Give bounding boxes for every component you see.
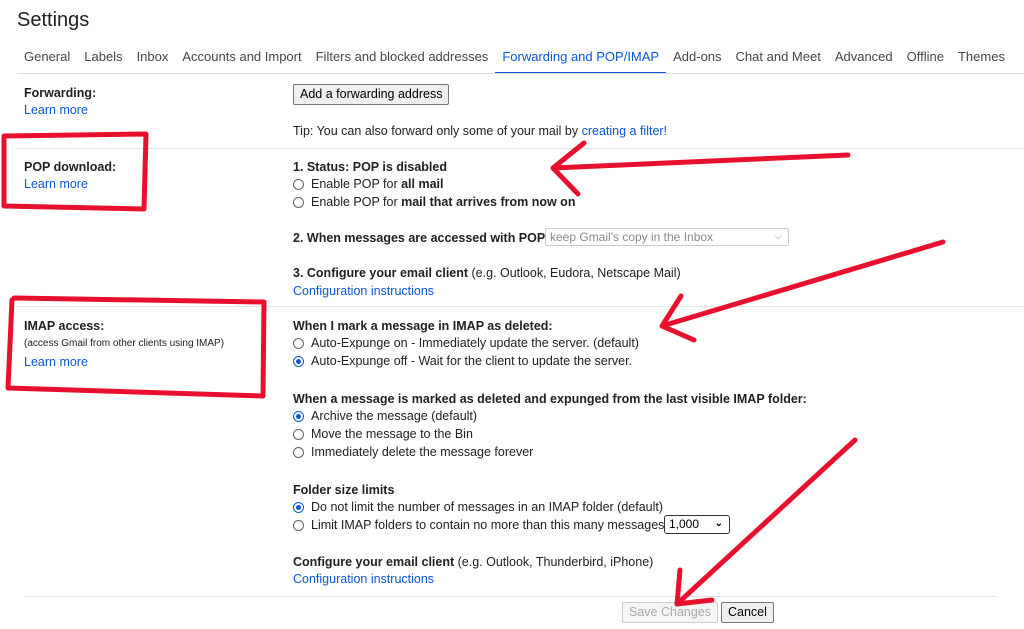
arrow-to-imap-deleted xyxy=(659,239,946,343)
tab-offline[interactable]: Offline xyxy=(900,49,951,73)
chevron-down-icon: ⌵ xyxy=(774,231,782,242)
tab-filters-and-blocked-addresses[interactable]: Filters and blocked addresses xyxy=(309,49,496,73)
imap-configure-text: Configure your email client (e.g. Outloo… xyxy=(293,555,653,569)
option-label: Enable POP for xyxy=(311,177,402,191)
configure-label: 3. Configure your email client xyxy=(293,266,469,280)
tab-themes[interactable]: Themes xyxy=(951,49,1012,73)
radio-button[interactable] xyxy=(293,428,304,440)
arrow-to-pop-status xyxy=(550,140,851,197)
option-label: Archive the message (default) xyxy=(311,409,478,423)
tab-general[interactable]: General xyxy=(17,49,77,73)
save-changes-button[interactable]: Save Changes xyxy=(622,602,719,623)
limit-folders-option[interactable]: Limit IMAP folders to contain no more th… xyxy=(293,517,664,533)
option-label: Move the message to the Bin xyxy=(311,427,473,441)
forwarding-tip-text: Tip: You can also forward only some of y… xyxy=(293,124,582,138)
tabs-divider xyxy=(17,73,1024,74)
pop-configuration-instructions-link[interactable]: Configuration instructions xyxy=(293,284,434,298)
archive-message-option[interactable]: Archive the message (default) xyxy=(293,408,477,424)
radio-button-selected[interactable] xyxy=(293,410,304,422)
option-label: Enable POP for xyxy=(311,195,402,209)
select-value: keep Gmail's copy in the Inbox xyxy=(550,230,714,244)
imap-configuration-instructions-link[interactable]: Configuration instructions xyxy=(293,572,434,586)
footer-divider xyxy=(24,596,996,597)
radio-button-selected[interactable] xyxy=(293,355,304,367)
pop-status: 1. Status: POP is disabled xyxy=(293,160,447,174)
option-label: Limit IMAP folders to contain no more th… xyxy=(311,518,665,532)
section-divider xyxy=(17,148,1024,149)
add-forwarding-address-button[interactable]: Add a forwarding address xyxy=(293,84,450,105)
pop-download-label: POP download: xyxy=(24,160,117,174)
imap-access-sublabel: (access Gmail from other clients using I… xyxy=(24,338,225,349)
option-label: Auto-Expunge off - Wait for the client t… xyxy=(311,354,633,368)
tab-accounts-and-import[interactable]: Accounts and Import xyxy=(175,49,308,73)
pop-from-now-on-option[interactable]: Enable POP for mail that arrives from no… xyxy=(293,194,575,210)
pop-learn-more-link[interactable]: Learn more xyxy=(24,177,88,191)
pop-all-mail-option[interactable]: Enable POP for all mail xyxy=(293,176,444,192)
radio-button[interactable] xyxy=(293,196,304,208)
forwarding-label: Forwarding: xyxy=(24,86,97,100)
tab-chat-and-meet[interactable]: Chat and Meet xyxy=(729,49,828,73)
page-title: Settings xyxy=(17,9,90,31)
option-label-bold: all mail xyxy=(401,177,444,191)
folder-limit-select[interactable]: 1,000 ⌄ xyxy=(664,515,730,534)
radio-button[interactable] xyxy=(293,178,304,190)
pop-configure-text: 3. Configure your email client (e.g. Out… xyxy=(293,266,681,280)
option-label: Immediately delete the message forever xyxy=(311,445,534,459)
tab-inbox[interactable]: Inbox xyxy=(130,49,176,73)
forwarding-learn-more-link[interactable]: Learn more xyxy=(24,103,88,117)
annotation-overlay xyxy=(1,131,946,607)
option-label: Do not limit the number of messages in a… xyxy=(311,500,664,514)
chevron-down-icon: ⌄ xyxy=(714,518,723,529)
section-divider xyxy=(17,306,1024,307)
radio-button[interactable] xyxy=(293,519,304,531)
configure-label: Configure your email client xyxy=(293,555,455,569)
creating-filter-link[interactable]: creating a filter! xyxy=(582,124,667,138)
option-label: Auto-Expunge on - Immediately update the… xyxy=(311,336,639,350)
auto-expunge-off-option[interactable]: Auto-Expunge off - Wait for the client t… xyxy=(293,353,632,369)
forwarding-tip: Tip: You can also forward only some of y… xyxy=(293,124,667,138)
imap-expunged-heading: When a message is marked as deleted and … xyxy=(293,392,807,406)
settings-tabs: General Labels Inbox Accounts and Import… xyxy=(17,49,1012,74)
radio-button-selected[interactable] xyxy=(293,501,304,513)
tab-add-ons[interactable]: Add-ons xyxy=(666,49,728,73)
auto-expunge-on-option[interactable]: Auto-Expunge on - Immediately update the… xyxy=(293,335,639,351)
radio-button[interactable] xyxy=(293,337,304,349)
radio-button[interactable] xyxy=(293,446,304,458)
option-label-bold: mail that arrives from now on xyxy=(401,195,576,209)
imap-access-label: IMAP access: xyxy=(24,319,105,333)
move-to-bin-option[interactable]: Move the message to the Bin xyxy=(293,426,473,442)
cancel-button[interactable]: Cancel xyxy=(721,602,774,623)
configure-examples: (e.g. Outlook, Thunderbird, iPhone) xyxy=(454,555,654,569)
imap-learn-more-link[interactable]: Learn more xyxy=(24,355,88,369)
delete-forever-option[interactable]: Immediately delete the message forever xyxy=(293,444,533,460)
imap-deleted-heading: When I mark a message in IMAP as deleted… xyxy=(293,319,553,333)
no-folder-limit-option[interactable]: Do not limit the number of messages in a… xyxy=(293,499,663,515)
select-value: 1,000 xyxy=(669,517,700,531)
tab-forwarding-and-pop-imap[interactable]: Forwarding and POP/IMAP xyxy=(495,49,666,74)
pop-accessed-select[interactable]: keep Gmail's copy in the Inbox ⌵ xyxy=(545,228,789,246)
tab-advanced[interactable]: Advanced xyxy=(828,49,900,73)
folder-size-heading: Folder size limits xyxy=(293,483,395,497)
pop-accessed-label: 2. When messages are accessed with POP xyxy=(293,231,546,245)
tab-labels[interactable]: Labels xyxy=(77,49,129,73)
configure-examples: (e.g. Outlook, Eudora, Netscape Mail) xyxy=(468,266,681,280)
